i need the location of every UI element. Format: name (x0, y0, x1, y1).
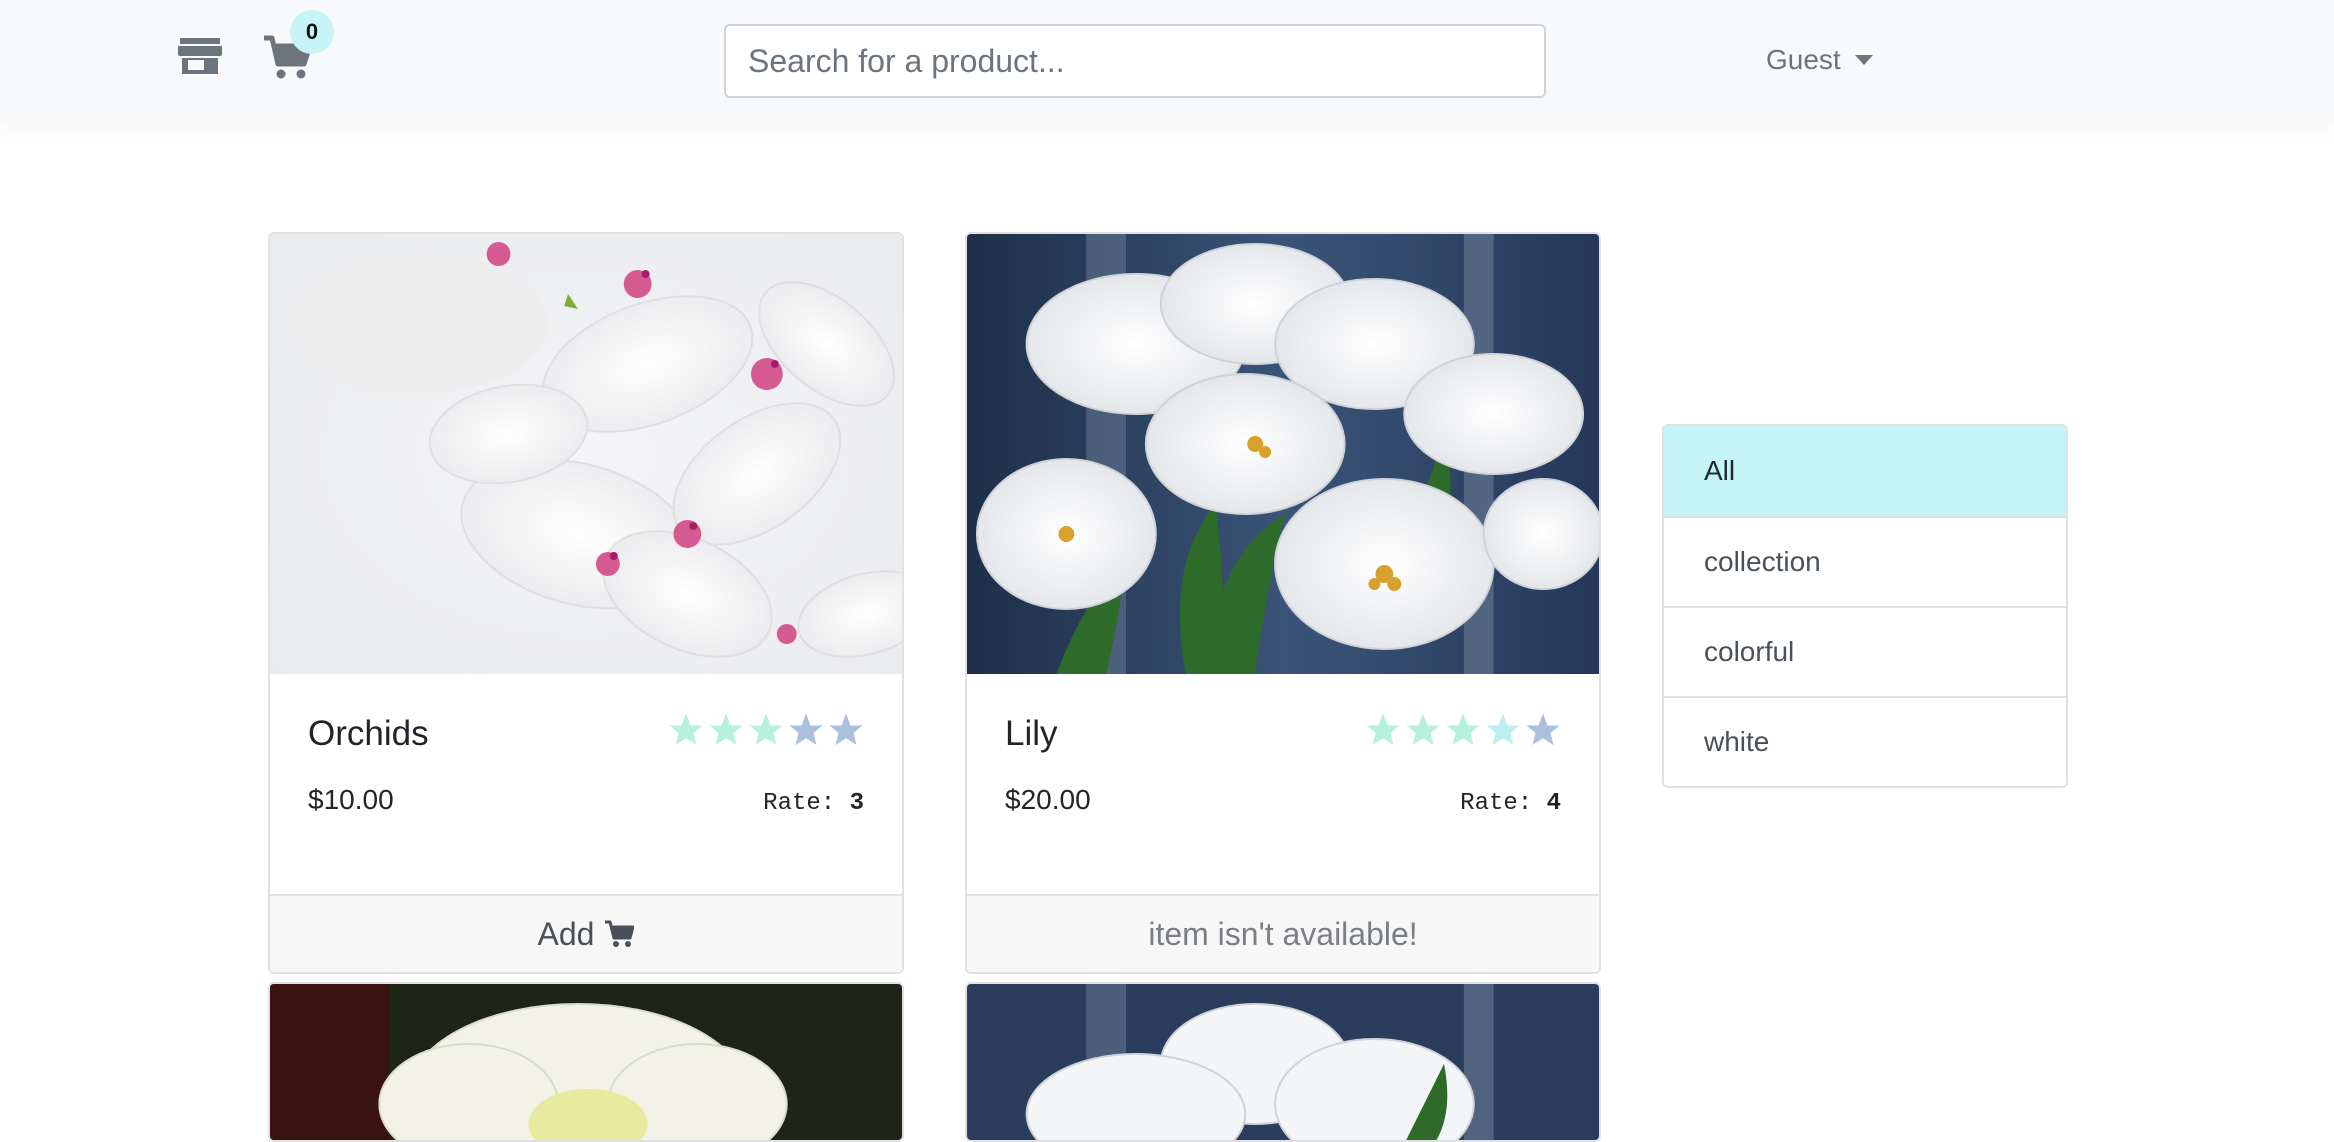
product-image[interactable] (967, 984, 1599, 1142)
star-icon[interactable] (1485, 712, 1521, 748)
star-icon[interactable] (708, 712, 744, 748)
category-filter-list: All collection colorful white (1662, 424, 2068, 788)
product-card (965, 982, 1601, 1142)
product-image[interactable] (270, 984, 902, 1142)
unavailable-label: item isn't available! (1148, 915, 1418, 952)
product-card: Lily $20.00 Rate: 4 item isn't available… (965, 232, 1601, 974)
chevron-down-icon (1854, 55, 1873, 65)
product-card: Orchids $10.00 Rate: 3 Add (268, 232, 904, 974)
shopping-cart-icon (605, 920, 635, 947)
rate-value: 4 (1546, 790, 1561, 817)
star-icon[interactable] (828, 712, 864, 748)
star-rating[interactable] (1365, 712, 1561, 748)
product-price: $20.00 (1005, 784, 1091, 815)
star-icon[interactable] (788, 712, 824, 748)
star-rating[interactable] (668, 712, 864, 748)
add-to-cart-button[interactable]: Add (270, 894, 902, 972)
product-title[interactable]: Orchids (308, 714, 429, 754)
product-image-orchids[interactable] (270, 234, 902, 674)
category-item-white[interactable]: white (1664, 696, 2066, 786)
top-navbar: 0 Guest (0, 0, 2334, 126)
star-icon[interactable] (1365, 712, 1401, 748)
star-icon[interactable] (668, 712, 704, 748)
star-icon[interactable] (748, 712, 784, 748)
cart-count-badge: 0 (290, 10, 334, 54)
unavailable-notice: item isn't available! (967, 894, 1599, 972)
star-icon[interactable] (1405, 712, 1441, 748)
add-to-cart-label: Add (537, 915, 595, 952)
category-item-collection[interactable]: collection (1664, 516, 2066, 606)
product-title[interactable]: Lily (1005, 714, 1058, 754)
store-icon[interactable] (178, 36, 222, 76)
product-rate: Rate: 3 (763, 790, 864, 817)
category-item-all[interactable]: All (1664, 426, 2066, 516)
rate-value: 3 (849, 790, 864, 817)
product-rate: Rate: 4 (1460, 790, 1561, 817)
product-image-lily[interactable] (967, 234, 1599, 674)
star-icon[interactable] (1525, 712, 1561, 748)
rate-label: Rate: (1460, 790, 1533, 817)
user-label: Guest (1766, 44, 1841, 75)
product-price: $10.00 (308, 784, 394, 815)
star-icon[interactable] (1445, 712, 1481, 748)
product-card (268, 982, 904, 1142)
user-dropdown[interactable]: Guest (1766, 38, 1873, 82)
category-item-colorful[interactable]: colorful (1664, 606, 2066, 696)
rate-label: Rate: (763, 790, 836, 817)
product-search-input[interactable] (724, 24, 1546, 98)
